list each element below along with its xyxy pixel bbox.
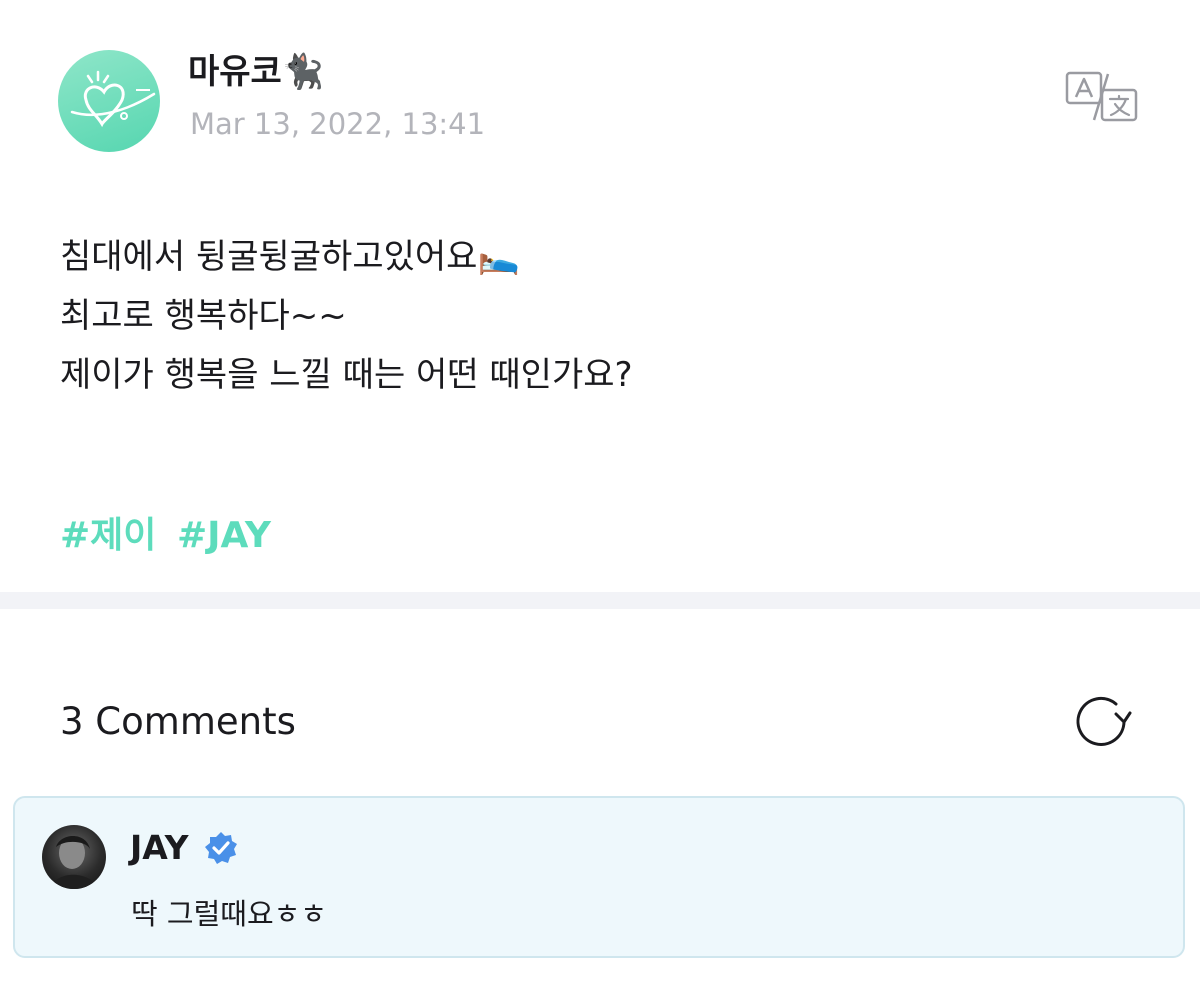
comment-text: 딱 그럴때요ㅎㅎ [131,897,327,931]
commenter-name-row: JAY [130,826,239,870]
translate-button[interactable] [1064,70,1140,124]
hashtag-jay-korean[interactable]: #제이 [60,515,156,556]
hashtag-list: #제이 #JAY [60,512,279,560]
comment-item: JAY 딱 그럴때요ㅎㅎ [13,796,1185,958]
refresh-comments-button[interactable] [1072,693,1132,749]
avatar-photo-icon [50,836,98,889]
translate-icon [1065,71,1138,122]
post-body-line: 최고로 행복하다~~ [60,296,347,336]
post-body-line: 침대에서 뒹굴뒹굴하고있어요🛌 [60,237,520,277]
refresh-icon [1076,696,1132,746]
post-body: 침대에서 뒹굴뒹굴하고있어요🛌 최고로 행복하다~~ 제이가 행복을 느낄 때는… [60,228,1120,405]
post-body-line: 제이가 행복을 느낄 때는 어떤 때인가요? [60,355,633,395]
hashtag-jay[interactable]: #JAY [177,515,271,556]
avatar-doodle-icon [70,70,156,128]
author-name[interactable]: 마유코🐈‍⬛ [188,50,324,94]
commenter-avatar[interactable] [42,825,106,889]
section-divider [0,592,1200,609]
comments-count-title: 3 Comments [60,700,296,743]
verified-badge-icon [204,832,237,864]
commenter-name[interactable]: JAY [130,826,189,870]
author-avatar[interactable] [58,50,160,152]
post-card: 마유코🐈‍⬛ Mar 13, 2022, 13:41 침대에서 뒹굴뒹굴하고있어… [0,0,1200,592]
post-timestamp: Mar 13, 2022, 13:41 [190,107,486,141]
